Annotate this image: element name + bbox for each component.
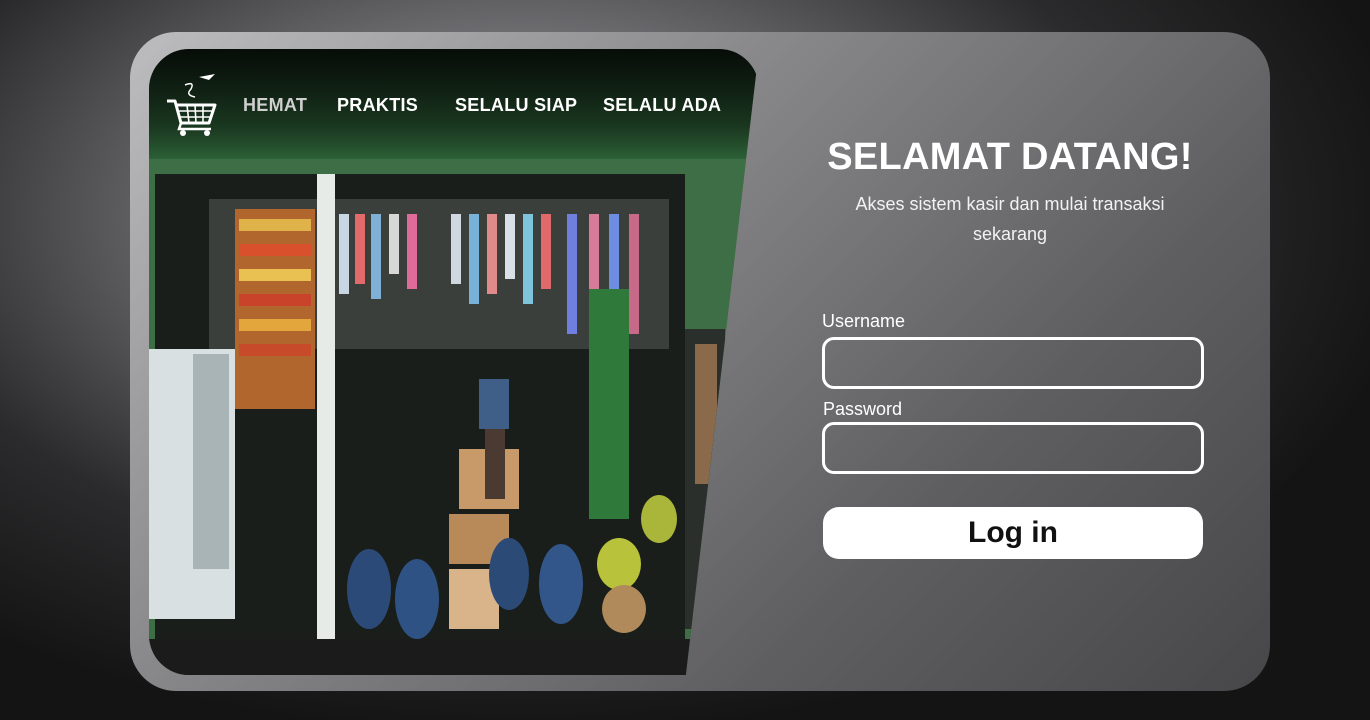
page-subtitle: Akses sistem kasir dan mulai transaksi s… <box>855 194 1165 244</box>
username-input[interactable] <box>822 337 1204 389</box>
password-input[interactable] <box>822 422 1204 474</box>
login-button[interactable]: Log in <box>823 507 1203 559</box>
top-navigation: HEMAT PRAKTIS SELALU SIAP SELALU ADA <box>149 49 759 159</box>
username-label: Username <box>822 311 906 331</box>
nav-item-praktis[interactable]: PRAKTIS <box>337 95 418 116</box>
store-photo-panel: HEMAT PRAKTIS SELALU SIAP SELALU ADA <box>149 49 759 675</box>
page-title: SELAMAT DATANG! <box>827 136 1193 178</box>
nav-item-selalu-ada[interactable]: SELALU ADA <box>603 95 721 116</box>
nav-item-hemat[interactable]: HEMAT <box>243 95 307 116</box>
login-card: HEMAT PRAKTIS SELALU SIAP SELALU ADA SEL… <box>130 32 1270 691</box>
password-label: Password <box>823 399 903 419</box>
shopping-cart-icon <box>165 71 221 137</box>
welcome-section: SELAMAT DATANG! Akses sistem kasir dan m… <box>790 136 1230 249</box>
nav-item-selalu-siap[interactable]: SELALU SIAP <box>455 95 577 116</box>
